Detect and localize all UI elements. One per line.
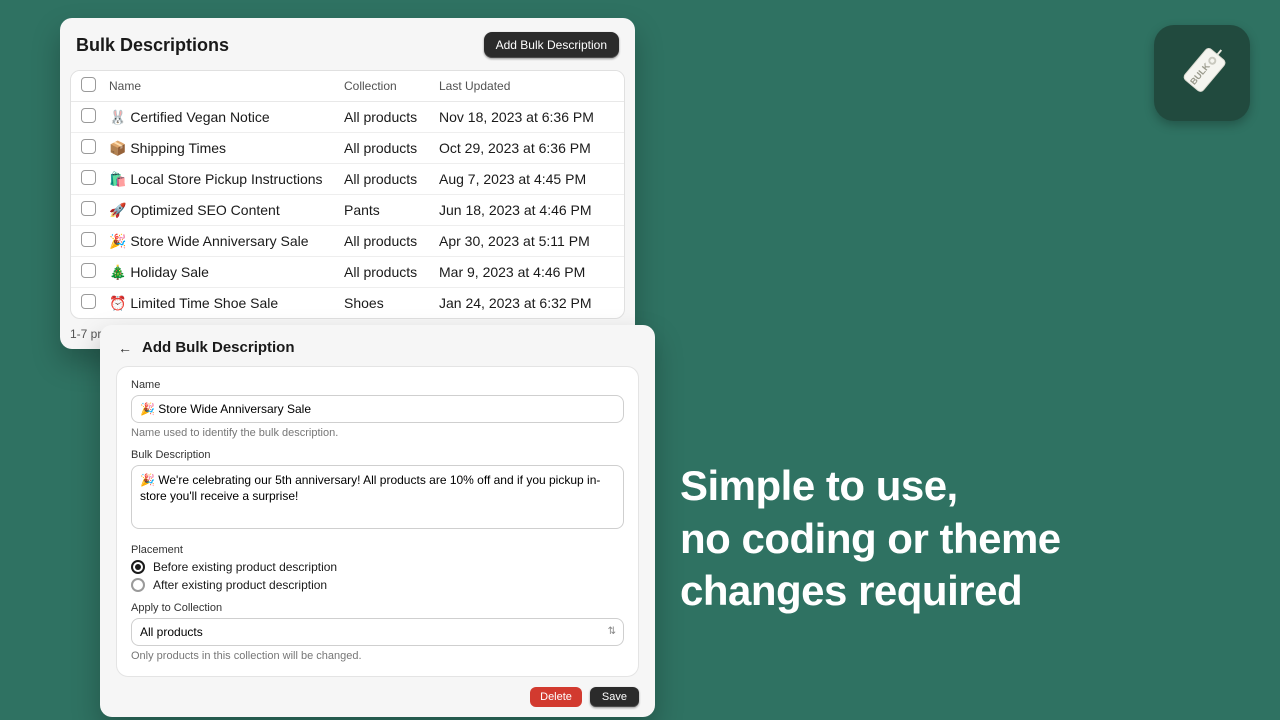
row-name: 🛍️ Local Store Pickup Instructions [109, 171, 344, 188]
row-checkbox[interactable] [81, 139, 96, 154]
row-collection: All products [344, 264, 439, 280]
marketing-headline: Simple to use, no coding or theme change… [680, 460, 1061, 618]
add-bulk-description-button[interactable]: Add Bulk Description [484, 32, 619, 58]
app-icon: BULK [1154, 25, 1250, 121]
placement-before-label: Before existing product description [153, 560, 337, 574]
table-row[interactable]: 📦 Shipping TimesAll productsOct 29, 2023… [71, 132, 624, 163]
delete-button[interactable]: Delete [530, 687, 582, 707]
row-collection: Pants [344, 202, 439, 218]
row-name: ⏰ Limited Time Shoe Sale [109, 295, 344, 312]
bulk-descriptions-card: Bulk Descriptions Add Bulk Description N… [60, 18, 635, 349]
row-name: 📦 Shipping Times [109, 140, 344, 157]
row-name: 🎄 Holiday Sale [109, 264, 344, 281]
table-row[interactable]: 🛍️ Local Store Pickup InstructionsAll pr… [71, 163, 624, 194]
placement-before-option[interactable]: Before existing product description [131, 560, 624, 574]
row-name: 🚀 Optimized SEO Content [109, 202, 344, 219]
table-header: Name Collection Last Updated [71, 71, 624, 102]
row-updated: Mar 9, 2023 at 4:46 PM [439, 264, 614, 280]
select-all-checkbox[interactable] [81, 77, 96, 92]
row-collection: All products [344, 140, 439, 156]
row-collection: All products [344, 109, 439, 125]
row-checkbox[interactable] [81, 170, 96, 185]
row-checkbox[interactable] [81, 201, 96, 216]
row-collection: Shoes [344, 295, 439, 311]
bulk-description-textarea[interactable] [131, 465, 624, 529]
apply-collection-help: Only products in this collection will be… [131, 650, 624, 662]
row-name: 🎉 Store Wide Anniversary Sale [109, 233, 344, 250]
row-updated: Nov 18, 2023 at 6:36 PM [439, 109, 614, 125]
card-header: Bulk Descriptions Add Bulk Description [60, 18, 635, 66]
placement-after-option[interactable]: After existing product description [131, 578, 624, 592]
row-checkbox[interactable] [81, 263, 96, 278]
form-header: ← Add Bulk Description [100, 325, 655, 366]
table-row[interactable]: 🎉 Store Wide Anniversary SaleAll product… [71, 225, 624, 256]
row-updated: Apr 30, 2023 at 5:11 PM [439, 233, 614, 249]
name-field-label: Name [131, 379, 624, 391]
save-button[interactable]: Save [590, 687, 639, 707]
placement-radio-group: Before existing product description Afte… [131, 560, 624, 592]
radio-icon [131, 560, 145, 574]
apply-collection-field-label: Apply to Collection [131, 602, 624, 614]
back-arrow-icon[interactable]: ← [118, 340, 132, 356]
row-checkbox[interactable] [81, 108, 96, 123]
form-title: Add Bulk Description [142, 339, 295, 356]
placement-field-label: Placement [131, 544, 624, 556]
row-collection: All products [344, 233, 439, 249]
name-input[interactable] [131, 395, 624, 423]
placement-after-label: After existing product description [153, 578, 327, 592]
table-row[interactable]: 🚀 Optimized SEO ContentPantsJun 18, 2023… [71, 194, 624, 225]
add-bulk-description-card: ← Add Bulk Description Name Name used to… [100, 325, 655, 717]
table-row[interactable]: 🎄 Holiday SaleAll productsMar 9, 2023 at… [71, 256, 624, 287]
name-field-help: Name used to identify the bulk descripti… [131, 427, 624, 439]
row-updated: Jan 24, 2023 at 6:32 PM [439, 295, 614, 311]
radio-icon [131, 578, 145, 592]
row-name: 🐰 Certified Vegan Notice [109, 109, 344, 126]
descriptions-table: Name Collection Last Updated 🐰 Certified… [70, 70, 625, 319]
row-checkbox[interactable] [81, 294, 96, 309]
col-header-name[interactable]: Name [109, 79, 344, 93]
apply-collection-select[interactable]: All products [131, 618, 624, 646]
row-updated: Aug 7, 2023 at 4:45 PM [439, 171, 614, 187]
col-header-collection[interactable]: Collection [344, 79, 439, 93]
row-collection: All products [344, 171, 439, 187]
table-row[interactable]: 🐰 Certified Vegan NoticeAll productsNov … [71, 102, 624, 132]
tag-icon: BULK [1170, 41, 1234, 105]
table-row[interactable]: ⏰ Limited Time Shoe SaleShoesJan 24, 202… [71, 287, 624, 318]
form-actions: Delete Save [100, 677, 655, 707]
col-header-updated[interactable]: Last Updated [439, 79, 614, 93]
row-checkbox[interactable] [81, 232, 96, 247]
row-updated: Jun 18, 2023 at 4:46 PM [439, 202, 614, 218]
page-title: Bulk Descriptions [76, 35, 229, 56]
row-updated: Oct 29, 2023 at 6:36 PM [439, 140, 614, 156]
bulk-description-field-label: Bulk Description [131, 449, 624, 461]
form-body: Name Name used to identify the bulk desc… [116, 366, 639, 677]
